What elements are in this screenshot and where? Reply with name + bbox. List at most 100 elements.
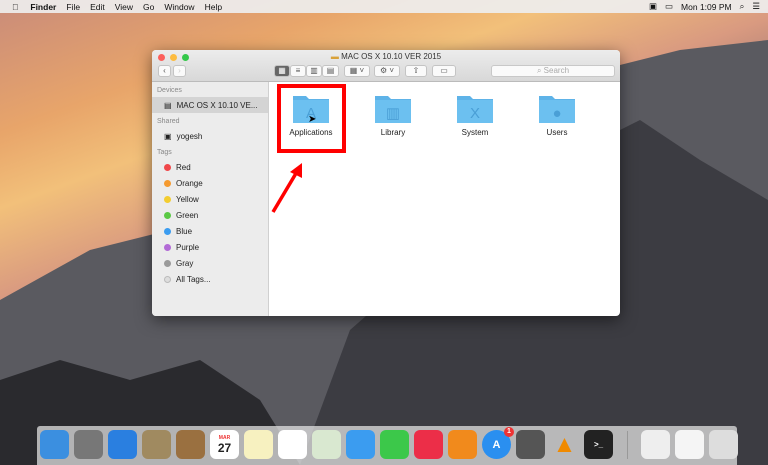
list-icon[interactable]: ☰ xyxy=(752,1,760,12)
back-button[interactable]: ‹ xyxy=(158,65,171,77)
dock-notes-icon[interactable] xyxy=(244,430,273,459)
dock-mail-icon[interactable] xyxy=(142,430,171,459)
dock-terminal-icon[interactable]: >_ xyxy=(584,430,613,459)
tags-button[interactable]: ▭ xyxy=(432,65,456,77)
search-input[interactable]: ⌕ Search xyxy=(491,65,615,77)
menu-finder[interactable]: Finder xyxy=(30,2,56,12)
window-title: ▬ MAC OS X 10.10 VER 2015 xyxy=(152,52,620,61)
sidebar: Devices ▤ MAC OS X 10.10 VE... Shared ▣ yo… xyxy=(152,82,269,316)
tag-label: Orange xyxy=(176,178,203,188)
dock-launchpad-icon[interactable] xyxy=(74,430,103,459)
tag-color-icon xyxy=(164,227,171,235)
dock-facetime-icon[interactable] xyxy=(380,430,409,459)
window-title-text: MAC OS X 10.10 VER 2015 xyxy=(341,52,442,61)
dock-separator xyxy=(627,431,628,459)
drive-icon: ▬ xyxy=(330,52,339,61)
folder-icon: ● xyxy=(539,96,575,123)
finder-window: ▬ MAC OS X 10.10 VER 2015 ‹ › ▦ ≡ ▥ ▤ ▦ … xyxy=(152,50,620,316)
search-placeholder: Search xyxy=(543,66,570,75)
tag-label: Red xyxy=(176,162,191,172)
dock-drive-icon[interactable] xyxy=(641,430,670,459)
dock-calendar-icon[interactable]: MAR 27 xyxy=(210,430,239,459)
dock-finder-icon[interactable] xyxy=(40,430,69,459)
sidebar-tag-red[interactable]: Red xyxy=(152,159,268,175)
apple-menu-icon[interactable]:  xyxy=(12,2,18,12)
device-label: MAC OS X 10.10 VE... xyxy=(176,100,258,110)
dock-ibooks-icon[interactable] xyxy=(448,430,477,459)
cursor-icon: ➤ xyxy=(308,114,317,125)
sidebar-tag-gray[interactable]: Gray xyxy=(152,255,268,271)
sidebar-tag-green[interactable]: Green xyxy=(152,207,268,223)
share-button[interactable]: ⇧ xyxy=(405,65,427,77)
tag-color-icon xyxy=(164,259,171,267)
arrange-button[interactable]: ▦ ˅ xyxy=(344,65,370,77)
badge: 1 xyxy=(504,427,514,437)
calendar-day: 27 xyxy=(217,440,232,455)
menu-window[interactable]: Window xyxy=(164,2,194,12)
icon-view-button[interactable]: ▦ xyxy=(274,65,290,77)
dock-contacts-icon[interactable] xyxy=(176,430,205,459)
folder-label: Users xyxy=(546,128,568,137)
cover-flow-button[interactable]: ▤ xyxy=(322,65,339,77)
folder-icon: ▥ xyxy=(375,96,411,123)
dock-messages-icon[interactable] xyxy=(346,430,375,459)
devices-header: Devices xyxy=(157,87,182,94)
shared-header: Shared xyxy=(157,118,180,125)
list-view-button[interactable]: ≡ xyxy=(290,65,306,77)
disk-icon: ▤ xyxy=(164,100,172,110)
shared-label: yogesh xyxy=(176,131,203,141)
tags-header: Tags xyxy=(157,149,172,156)
tag-label: Green xyxy=(176,210,199,220)
dock-system-preferences-icon[interactable] xyxy=(516,430,545,459)
sidebar-item-device[interactable]: ▤ MAC OS X 10.10 VE... xyxy=(152,97,268,113)
toolbar: ▬ MAC OS X 10.10 VER 2015 ‹ › ▦ ≡ ▥ ▤ ▦ … xyxy=(152,50,620,82)
forward-button[interactable]: › xyxy=(173,65,186,77)
folder-label: Library xyxy=(380,128,406,137)
dock-safari-icon[interactable] xyxy=(108,430,137,459)
tag-label: Gray xyxy=(176,258,194,268)
clock[interactable]: Mon 1:09 PM xyxy=(681,2,732,12)
spotlight-icon[interactable]: ⌕ xyxy=(740,1,745,12)
tag-color-icon xyxy=(164,163,171,171)
menu-go[interactable]: Go xyxy=(143,2,154,12)
all-tags-icon xyxy=(164,275,171,283)
menu-view[interactable]: View xyxy=(115,2,133,12)
tag-color-icon xyxy=(164,195,171,203)
notification-icon[interactable]: ▣ xyxy=(649,1,657,12)
action-gear-button[interactable]: ⚙ ˅ xyxy=(374,65,400,77)
menu-help[interactable]: Help xyxy=(205,2,222,12)
folder-glyph: X xyxy=(470,105,480,122)
dock-app-store-icon[interactable]: A1 xyxy=(482,427,514,459)
airplay-icon[interactable]: ▭ xyxy=(665,1,673,12)
tag-color-icon xyxy=(164,211,171,219)
red-arrow-icon xyxy=(271,163,302,213)
tag-color-icon xyxy=(164,243,171,251)
tag-label: Blue xyxy=(176,226,193,236)
dock: MAR 27 A 1 ▲ >_ xyxy=(37,426,738,465)
folder-icon: X xyxy=(457,96,493,123)
folder-glyph: ▥ xyxy=(386,105,400,122)
tag-label: Purple xyxy=(176,242,200,252)
sidebar-tag-blue[interactable]: Blue xyxy=(152,223,268,239)
dock-itunes-icon[interactable] xyxy=(414,430,443,459)
all-tags-label: All Tags... xyxy=(176,274,211,284)
dock-trash-icon[interactable] xyxy=(709,430,738,459)
folder-glyph: ● xyxy=(552,105,561,122)
dock-vlc-icon[interactable]: ▲ xyxy=(550,430,579,459)
dock-reminders-icon[interactable] xyxy=(278,430,307,459)
folder-library[interactable]: ▥ Library xyxy=(358,92,428,137)
folder-users[interactable]: ● Users xyxy=(522,92,592,137)
sidebar-tag-purple[interactable]: Purple xyxy=(152,239,268,255)
sidebar-item-shared[interactable]: ▣ yogesh xyxy=(152,128,268,144)
column-view-button[interactable]: ▥ xyxy=(306,65,322,77)
sidebar-tag-yellow[interactable]: Yellow xyxy=(152,191,268,207)
folder-label: System xyxy=(461,128,489,137)
sidebar-tag-orange[interactable]: Orange xyxy=(152,175,268,191)
folder-system[interactable]: X System xyxy=(440,92,510,137)
tag-label: Yellow xyxy=(176,194,199,204)
menu-file[interactable]: File xyxy=(66,2,80,12)
dock-document-icon[interactable] xyxy=(675,430,704,459)
dock-maps-icon[interactable] xyxy=(312,430,341,459)
sidebar-item-all-tags[interactable]: All Tags... xyxy=(152,271,268,287)
menu-edit[interactable]: Edit xyxy=(90,2,105,12)
